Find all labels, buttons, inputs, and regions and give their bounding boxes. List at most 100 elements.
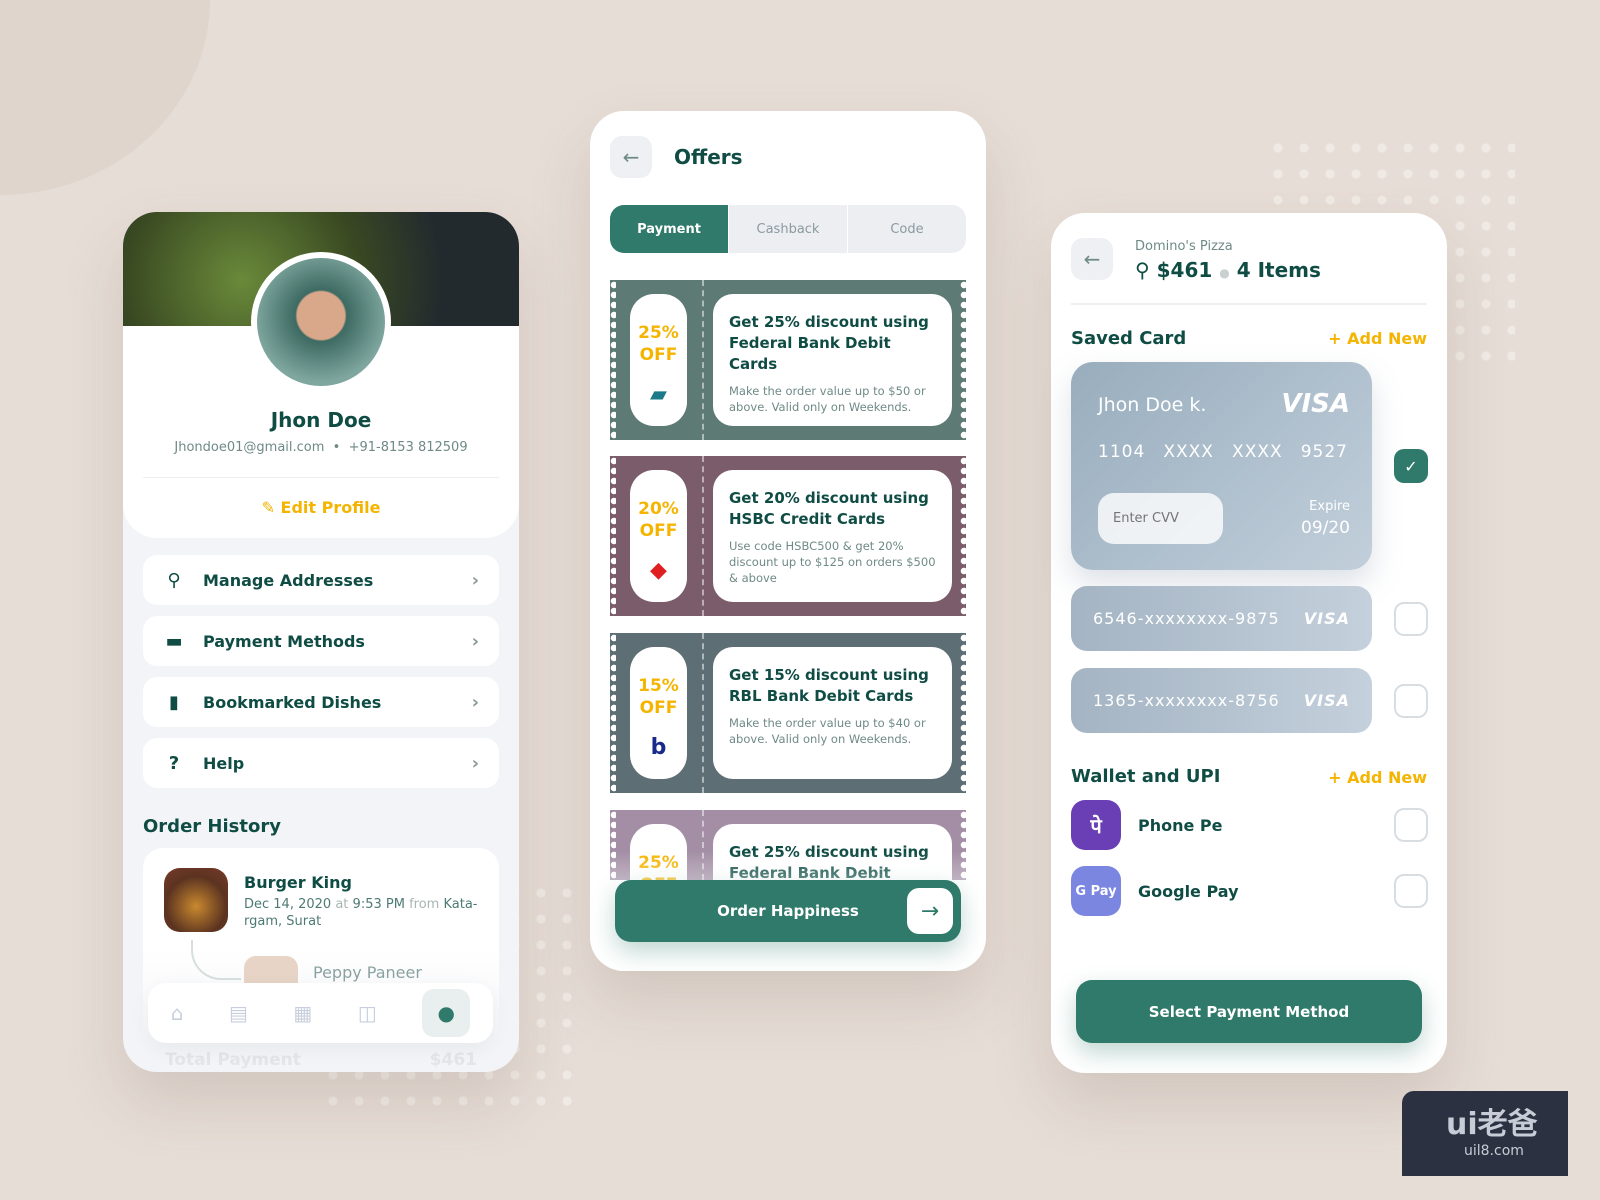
edit-profile-label: Edit Profile xyxy=(280,498,381,517)
coupon-edge xyxy=(960,280,966,440)
cvv-input[interactable] xyxy=(1098,493,1223,544)
edit-profile-button[interactable]: ✎ Edit Profile xyxy=(123,498,519,517)
total-payment-label: Total Payment xyxy=(165,1050,301,1070)
arrow-left-icon: ← xyxy=(1083,247,1101,271)
wallet-radio[interactable] xyxy=(1394,874,1428,908)
tab-cashback[interactable]: Cashback xyxy=(728,205,847,253)
add-wallet-button[interactable]: + Add New xyxy=(1328,768,1427,787)
burger-image xyxy=(164,868,228,932)
card-holder: Jhon Doe k. xyxy=(1098,394,1207,416)
menu-payment-methods[interactable]: ▬ Payment Methods › xyxy=(143,616,499,666)
divider xyxy=(1071,303,1427,305)
google-pay-icon: G Pay xyxy=(1071,866,1121,916)
menu-help[interactable]: ? Help › xyxy=(143,738,499,788)
coupon-card[interactable]: 25% OFF ▰ Get 25% discount using Federal B… xyxy=(610,280,966,440)
back-button[interactable]: ← xyxy=(610,136,652,178)
card-radio[interactable] xyxy=(1394,602,1428,636)
profile-contact: Jhondoe01@gmail.com • +91-8153 812509 xyxy=(174,440,468,455)
offers-screen: ← Offers Payment Cashback Code 25% OFF ▰ G… xyxy=(590,111,986,971)
card-number-group: XXXX xyxy=(1232,442,1283,462)
profile-screen: Jhon Doe Jhondoe01@gmail.com • +91-8153 … xyxy=(123,212,519,1072)
add-new-label: Add New xyxy=(1347,768,1427,787)
discount-percent: 25% xyxy=(638,323,679,343)
discount-off: OFF xyxy=(639,345,678,365)
selected-card[interactable]: Jhon Doe k. VISA 1104 XXXX XXXX 9527 Expire… xyxy=(1071,362,1372,570)
coupon-card[interactable]: 15% OFF b Get 15% discount using RBL Bank … xyxy=(610,633,966,793)
wallet-icon: ▬ xyxy=(165,630,183,652)
coupon-edge xyxy=(610,280,616,440)
card-number: 1104 XXXX XXXX 9527 xyxy=(1098,442,1348,462)
coupon-discount: 15% OFF b xyxy=(630,647,687,779)
coupon-card[interactable]: 20% OFF ◆ Get 20% discount using HSBC Cred… xyxy=(610,456,966,616)
saved-card-row[interactable]: 6546-xxxxxxxx-9875 VISA xyxy=(1071,586,1372,651)
help-chat-icon: ? xyxy=(168,752,180,774)
coupon-edge xyxy=(960,633,966,793)
order-history-title: Order History xyxy=(143,816,281,837)
restaurant-name: Domino's Pizza xyxy=(1135,239,1233,254)
saved-card-row[interactable]: 1365-xxxxxxxx-8756 VISA xyxy=(1071,668,1372,733)
coupon-discount: 25% OFF ▰ xyxy=(630,294,687,426)
card-number-group: 1104 xyxy=(1098,442,1146,462)
menu-manage-addresses[interactable]: ⚲ Manage Addresses › xyxy=(143,555,499,605)
order-item: Peppy Paneer xyxy=(313,963,422,982)
receipt-icon[interactable]: ▤ xyxy=(229,1001,248,1025)
home-icon[interactable]: ⌂ xyxy=(171,1001,184,1025)
card-radio[interactable] xyxy=(1394,684,1428,718)
saved-card-title: Saved Card xyxy=(1071,328,1187,349)
menu-label: Payment Methods xyxy=(203,631,365,651)
card-number-group: XXXX xyxy=(1163,442,1214,462)
order-happiness-button[interactable]: Order Happiness → xyxy=(615,880,961,942)
chevron-right-icon: › xyxy=(471,569,479,591)
phone-text: +91-8153 812509 xyxy=(348,440,468,455)
menu-label: Help xyxy=(203,753,245,773)
timeline-connector xyxy=(191,940,241,980)
hsbc-logo: ◆ xyxy=(650,558,667,583)
federal-bank-logo: ▰ xyxy=(650,382,667,407)
coupon-perforation xyxy=(702,280,704,440)
chevron-right-icon: › xyxy=(471,630,479,652)
order-summary: ⚲ $461 ● 4 Items xyxy=(1135,258,1321,282)
back-button[interactable]: ← xyxy=(1071,238,1113,280)
phonepe-icon: पे xyxy=(1071,800,1121,850)
location-pin-icon: ⚲ xyxy=(167,569,181,591)
menu-label: Manage Addresses xyxy=(203,570,374,590)
order-amount: $461 xyxy=(1156,258,1213,282)
bag-icon[interactable]: ◫ xyxy=(358,1001,377,1025)
from-text: from xyxy=(409,897,440,912)
coupon-description: Make the order value up to $50 or above.… xyxy=(729,384,926,414)
plus-icon: + xyxy=(1328,768,1342,787)
tab-payment[interactable]: Payment xyxy=(610,205,728,253)
order-time: 9:53 PM xyxy=(352,897,405,912)
tab-code[interactable]: Code xyxy=(847,205,966,253)
card-selected-checkbox[interactable]: ✓ xyxy=(1394,449,1428,483)
select-payment-button[interactable]: Select Payment Method xyxy=(1076,980,1422,1043)
pizza-image xyxy=(244,956,298,983)
watermark-url: uil8.com xyxy=(1464,1143,1524,1159)
chevron-right-icon: › xyxy=(471,691,479,713)
dot-separator: ● xyxy=(1219,266,1230,280)
plus-icon: + xyxy=(1328,329,1342,348)
wallet-radio[interactable] xyxy=(1394,808,1428,842)
coupon-details: Get 20% discount using HSBC Credit Cards… xyxy=(713,470,952,602)
watermark-logo: ui老爸 xyxy=(1446,1107,1538,1142)
coupon-title: Get 15% discount using RBL Bank Debit Ca… xyxy=(729,666,929,705)
wallet-googlepay[interactable]: G Pay Google Pay xyxy=(1071,866,1239,916)
order-date: Dec 14, 2020 xyxy=(244,897,332,912)
coupon-title: Get 25% discount using Federal Bank Debi… xyxy=(729,313,929,373)
profile-name: Jhon Doe xyxy=(270,408,372,432)
background-shape xyxy=(0,0,210,195)
wallet-name: Google Pay xyxy=(1138,881,1239,901)
card-number-group: 9527 xyxy=(1300,442,1348,462)
menu-bookmarked-dishes[interactable]: ▮ Bookmarked Dishes › xyxy=(143,677,499,727)
coupon-details: Get 15% discount using RBL Bank Debit Ca… xyxy=(713,647,952,779)
total-payment-value: $461 xyxy=(429,1050,477,1070)
bottom-nav: ⌂ ▤ ▦ ◫ ● xyxy=(148,983,493,1043)
avatar[interactable] xyxy=(251,252,391,392)
wallet-phonepe[interactable]: पे Phone Pe xyxy=(1071,800,1223,850)
coupon-details: Get 25% discount using Federal Bank Debi… xyxy=(713,294,952,426)
calendar-icon[interactable]: ▦ xyxy=(293,1001,312,1025)
add-card-button[interactable]: + Add New xyxy=(1328,329,1427,348)
profile-icon[interactable]: ● xyxy=(422,989,471,1037)
coupon-edge xyxy=(610,633,616,793)
chevron-right-icon: › xyxy=(471,752,479,774)
